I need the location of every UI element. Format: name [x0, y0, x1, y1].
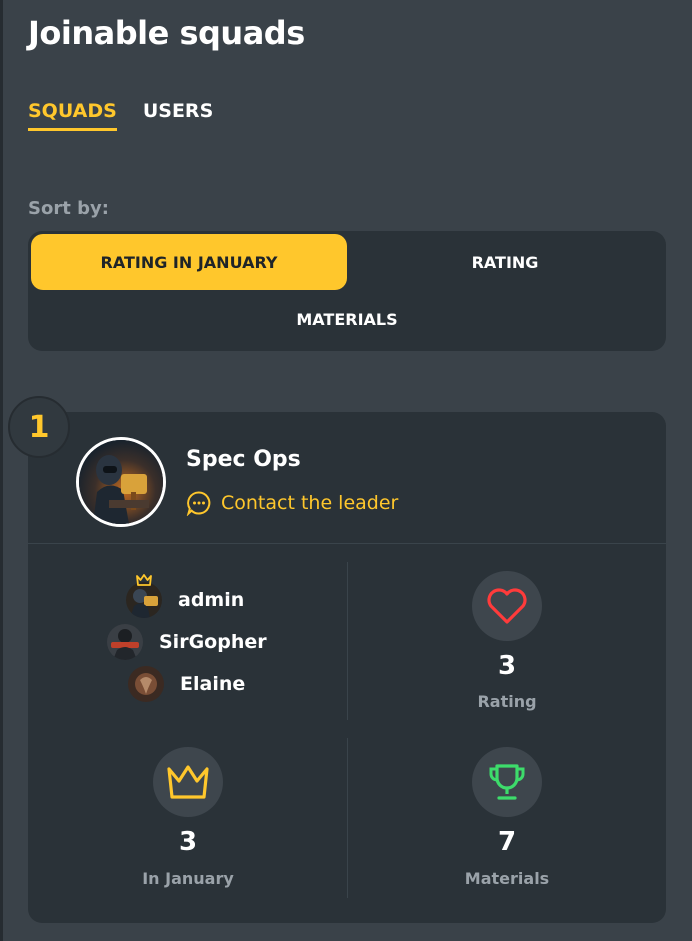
rating-icon-circle — [472, 571, 542, 641]
in-january-value: 3 — [178, 827, 198, 857]
avatar — [126, 582, 162, 618]
member-item[interactable]: SirGopher — [107, 624, 267, 660]
crown-icon — [136, 574, 152, 586]
squad-avatar-image — [79, 440, 163, 524]
heart-icon — [487, 588, 527, 624]
crown-icon — [167, 765, 209, 799]
squad-name[interactable]: Spec Ops — [186, 447, 301, 472]
rating-value: 3 — [497, 651, 517, 681]
materials-value: 7 — [497, 827, 517, 857]
in-january-icon-circle — [153, 747, 223, 817]
sort-options: RATING IN JANUARY RATING MATERIALS — [28, 231, 666, 351]
materials-icon-circle — [472, 747, 542, 817]
rating-label: Rating — [477, 692, 537, 711]
avatar — [107, 624, 143, 660]
squad-avatar[interactable] — [76, 437, 166, 527]
tab-squads[interactable]: SQUADS — [28, 100, 117, 131]
sort-rating-in-january-button[interactable]: RATING IN JANUARY — [31, 234, 347, 290]
stats-divider-bottom — [347, 738, 348, 898]
rank-badge: 1 — [8, 396, 70, 458]
contact-leader-label: Contact the leader — [221, 492, 399, 514]
sort-rating-button[interactable]: RATING — [347, 234, 663, 290]
chat-bubble-icon — [186, 491, 211, 516]
member-name: admin — [178, 589, 245, 611]
avatar — [128, 666, 164, 702]
member-item[interactable]: admin — [126, 582, 244, 618]
in-january-label: In January — [142, 869, 234, 888]
card-divider — [28, 543, 666, 544]
trophy-icon — [489, 764, 525, 800]
member-name: SirGopher — [159, 631, 267, 653]
contact-leader-link[interactable]: Contact the leader — [186, 490, 398, 516]
stats-divider-top — [347, 562, 348, 720]
sidebar-edge — [0, 0, 3, 941]
tab-bar: SQUADS USERS — [28, 100, 213, 131]
sort-label: Sort by: — [28, 198, 109, 219]
sort-materials-button[interactable]: MATERIALS — [31, 291, 663, 347]
tab-users[interactable]: USERS — [143, 100, 213, 131]
member-item[interactable]: Elaine — [128, 666, 245, 702]
materials-label: Materials — [464, 869, 550, 888]
page-title: Joinable squads — [28, 14, 305, 52]
member-name: Elaine — [180, 673, 246, 695]
